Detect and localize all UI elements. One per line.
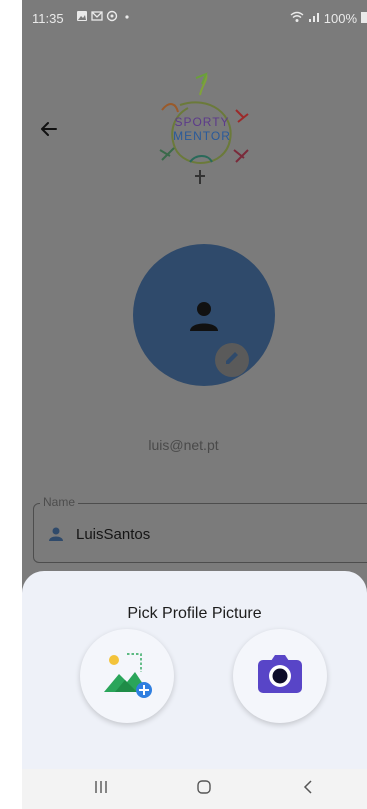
camera-icon — [256, 653, 304, 700]
gallery-button[interactable] — [80, 629, 174, 723]
battery-icon — [361, 11, 367, 26]
status-time: 11:35 — [32, 11, 64, 26]
home-icon — [196, 779, 212, 800]
nav-back-icon — [302, 779, 314, 800]
edit-icon — [223, 349, 241, 372]
edit-avatar-button[interactable] — [215, 343, 249, 377]
sync-notification-icon — [106, 10, 118, 22]
navigation-bar — [22, 769, 367, 809]
person-icon — [48, 526, 64, 547]
gmail-notification-icon — [91, 10, 103, 22]
wifi-icon — [290, 11, 304, 26]
logo-line-2: MENTOR — [173, 129, 231, 143]
notification-icons — [76, 10, 133, 22]
gallery-add-icon — [101, 648, 153, 705]
status-bar: 11:35 100% — [22, 0, 367, 36]
battery-text: 100% — [323, 11, 357, 26]
avatar[interactable] — [133, 244, 275, 386]
recents-button[interactable] — [89, 779, 113, 799]
back-arrow-icon — [40, 120, 58, 143]
sporty-mentor-logo: SPORTY MENTOR — [159, 72, 249, 184]
camera-button[interactable] — [233, 629, 327, 723]
nav-back-button[interactable] — [296, 779, 320, 799]
home-button[interactable] — [192, 779, 216, 799]
email-text: luis@net.pt — [148, 437, 219, 453]
system-status: 100% — [290, 11, 367, 26]
person-icon — [187, 298, 221, 337]
app-screen: 11:35 100% SPORTY MENTOR luis@net.pt Nam… — [22, 0, 367, 809]
recents-icon — [93, 780, 109, 799]
sheet-title: Pick Profile Picture — [127, 605, 262, 622]
back-button[interactable] — [36, 118, 62, 144]
signal-icon — [308, 11, 320, 26]
name-field[interactable]: Name LuisSantos — [33, 495, 367, 563]
name-value: LuisSantos — [76, 526, 151, 543]
dot-icon — [121, 10, 133, 22]
logo-line-1: SPORTY — [174, 115, 229, 129]
gallery-notification-icon — [76, 10, 88, 22]
pick-picture-sheet: Pick Profile Picture — [22, 571, 367, 769]
name-label: Name — [40, 495, 79, 509]
